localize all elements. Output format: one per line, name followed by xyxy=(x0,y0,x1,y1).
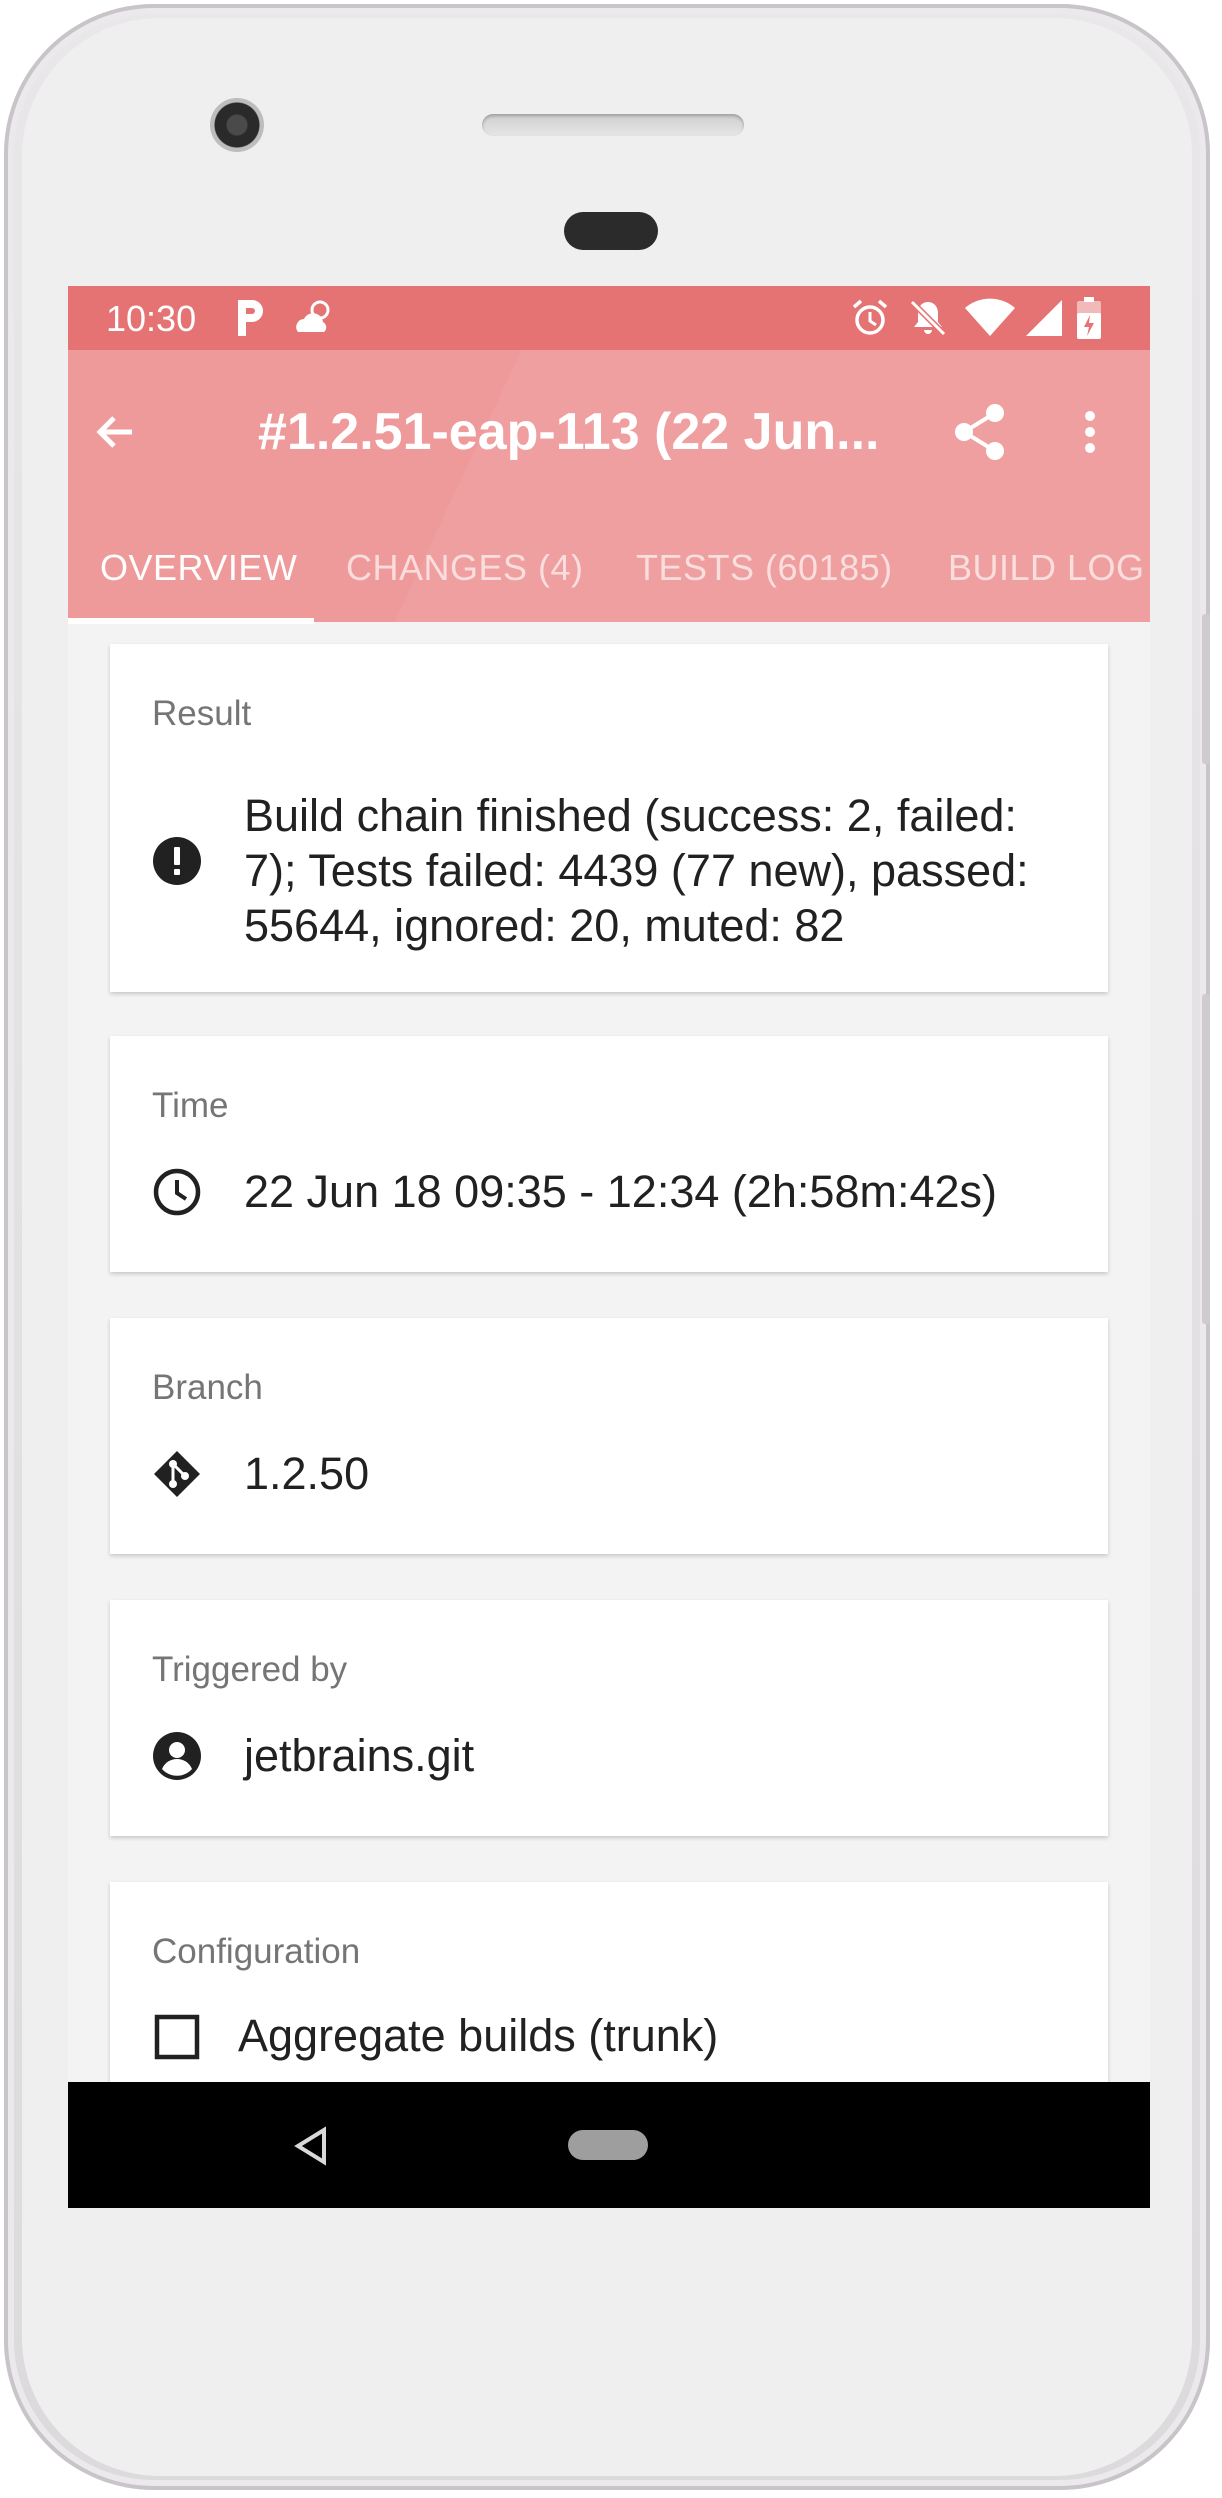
earpiece-speaker xyxy=(482,114,744,136)
notifications-off-icon xyxy=(908,298,948,338)
result-line-3: 55644, ignored: 20, muted: 82 xyxy=(244,900,845,951)
time-value: 22 Jun 18 09:35 - 12:34 (2h:58m:42s) xyxy=(244,1166,998,1217)
home-pill-icon[interactable] xyxy=(568,2130,648,2160)
result-line-2: 7); Tests failed: 4439 (77 new), passed: xyxy=(244,845,1029,896)
navigation-bar xyxy=(68,2082,1150,2208)
configuration-value: Aggregate builds (trunk) xyxy=(238,2010,719,2061)
triggered-by-label: Triggered by xyxy=(152,1650,348,1689)
configuration-label: Configuration xyxy=(152,1932,361,1971)
proximity-sensor xyxy=(564,212,658,250)
status-bar: 10:30 xyxy=(68,286,1150,350)
signal-icon xyxy=(1024,298,1064,338)
build-title: #1.2.51-eap-113 (22 Jun... xyxy=(258,403,880,461)
status-time: 10:30 xyxy=(106,298,197,339)
power-button xyxy=(1202,614,1210,764)
time-card: Time 22 Jun 18 09:35 - 12:34 (2h:58m:42s… xyxy=(110,1036,1108,1272)
back-triangle-icon[interactable] xyxy=(288,2122,336,2170)
parking-icon xyxy=(230,298,270,338)
clock-icon xyxy=(152,1167,202,1217)
share-icon[interactable] xyxy=(940,392,1020,472)
alarm-icon xyxy=(850,298,890,338)
front-camera xyxy=(210,98,264,152)
phone-frame: 10:30 #1.2.51-eap-113 (22 Jun... OVERVIE… xyxy=(4,4,1210,2490)
tab-bar: OVERVIEW CHANGES (4) TESTS (60185) BUILD… xyxy=(68,518,1150,622)
tab-tests[interactable]: TESTS (60185) xyxy=(636,518,893,618)
arrow-back-icon[interactable] xyxy=(76,392,156,472)
tab-indicator xyxy=(68,618,314,624)
branch-card: Branch 1.2.50 xyxy=(110,1318,1108,1554)
battery-icon xyxy=(1074,297,1104,339)
time-label: Time xyxy=(152,1086,229,1125)
result-label: Result xyxy=(152,694,252,733)
tab-overview[interactable]: OVERVIEW xyxy=(100,518,297,618)
error-icon xyxy=(152,836,202,886)
triggered-by-card: Triggered by jetbrains.git xyxy=(110,1600,1108,1836)
screen: 10:30 #1.2.51-eap-113 (22 Jun... OVERVIE… xyxy=(68,286,1150,2208)
branch-value: 1.2.50 xyxy=(244,1448,370,1499)
result-card: Result Build chain finished (success: 2,… xyxy=(110,644,1108,992)
checkbox-outline-icon[interactable] xyxy=(152,2012,202,2062)
tab-build-log[interactable]: BUILD LOG xyxy=(948,518,1145,618)
volume-button xyxy=(1202,994,1210,1324)
account-circle-icon xyxy=(152,1731,202,1781)
git-branch-icon xyxy=(152,1449,202,1499)
result-value: Build chain finished (success: 2, failed… xyxy=(244,788,1074,953)
tab-changes[interactable]: CHANGES (4) xyxy=(346,518,584,618)
triggered-by-value: jetbrains.git xyxy=(244,1730,475,1781)
app-bar: #1.2.51-eap-113 (22 Jun... OVERVIEW CHAN… xyxy=(68,350,1150,622)
branch-label: Branch xyxy=(152,1368,263,1407)
result-line-1: Build chain finished (success: 2, failed… xyxy=(244,790,1017,841)
weather-icon xyxy=(290,298,338,338)
more-vert-icon[interactable] xyxy=(1050,392,1130,472)
wifi-icon xyxy=(964,298,1016,338)
